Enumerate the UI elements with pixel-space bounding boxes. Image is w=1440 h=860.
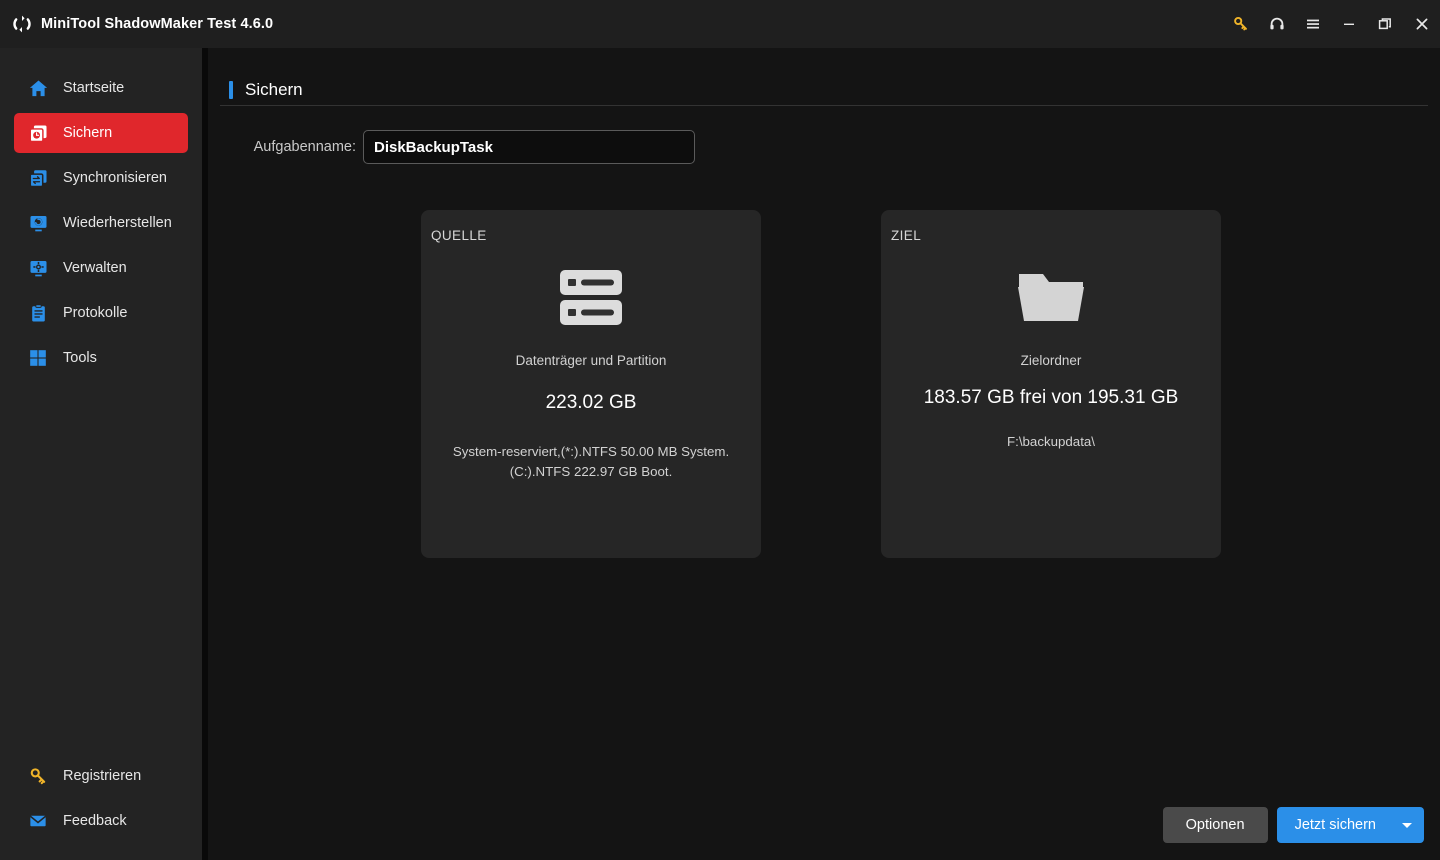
backup-icon: [26, 121, 50, 145]
backup-now-button[interactable]: Jetzt sichern: [1277, 807, 1390, 843]
sidebar-item-label: Startseite: [63, 80, 125, 96]
sidebar-item-label: Synchronisieren: [63, 170, 167, 186]
maximize-restore-icon: [1378, 18, 1391, 30]
target-card-tag: ZIEL: [891, 228, 922, 243]
sidebar-item-startseite[interactable]: Startseite: [14, 68, 188, 108]
sidebar-nav: Startseite Sichern Synchronisieren Wiede…: [0, 68, 202, 383]
title-bar: MiniTool ShadowMaker Test 4.6.0: [0, 0, 1440, 48]
manage-icon: [26, 256, 50, 280]
main-content: Sichern Aufgabenname: QUELLE Datenträger…: [208, 48, 1440, 860]
sidebar-item-label: Wiederherstellen: [63, 215, 172, 231]
sidebar-item-tools[interactable]: Tools: [14, 338, 188, 378]
minimize-icon: [1344, 23, 1354, 25]
target-card-detail: F:\backupdata\: [1007, 434, 1095, 449]
restore-icon: [26, 211, 50, 235]
window-controls: [1223, 0, 1440, 48]
disk-stack-icon: [421, 258, 761, 336]
envelope-icon: [26, 809, 50, 833]
tools-grid-icon: [26, 346, 50, 370]
page-title-accent-bar: [229, 81, 233, 99]
task-name-input[interactable]: [363, 130, 695, 164]
app-logo-icon: [11, 13, 33, 35]
page-header: Sichern: [229, 80, 303, 100]
sidebar: Startseite Sichern Synchronisieren Wiede…: [0, 48, 202, 860]
folder-icon: [881, 258, 1221, 336]
header-divider: [220, 105, 1428, 106]
source-card-detail: System-reserviert,(*:).NTFS 50.00 MB Sys…: [452, 444, 730, 479]
home-icon: [26, 76, 50, 100]
logs-icon: [26, 301, 50, 325]
support-button[interactable]: [1259, 0, 1295, 48]
sidebar-item-feedback[interactable]: Feedback: [14, 801, 188, 841]
task-name-row: Aufgabenname:: [208, 130, 1440, 164]
options-button[interactable]: Optionen: [1162, 807, 1268, 843]
page-title: Sichern: [245, 80, 303, 99]
sidebar-item-wiederherstellen[interactable]: Wiederherstellen: [14, 203, 188, 243]
sidebar-item-label: Registrieren: [63, 768, 142, 784]
license-key-button[interactable]: [1223, 0, 1259, 48]
target-card-subtitle: Zielordner: [1020, 353, 1082, 368]
sidebar-item-label: Tools: [63, 350, 97, 366]
target-card[interactable]: ZIEL Zielordner 183.57 GB frei von 195.3…: [881, 210, 1221, 558]
source-card[interactable]: QUELLE Datenträger und Partition 223.02 …: [421, 210, 761, 558]
sidebar-item-verwalten[interactable]: Verwalten: [14, 248, 188, 288]
window-title: MiniTool ShadowMaker Test 4.6.0: [41, 16, 274, 32]
headset-icon: [1270, 17, 1284, 30]
key-icon: [1234, 16, 1247, 31]
task-name-label: Aufgabenname:: [253, 139, 356, 155]
sync-icon: [26, 166, 50, 190]
menu-button[interactable]: [1295, 0, 1331, 48]
backup-now-group: Jetzt sichern: [1276, 807, 1424, 843]
source-card-size: 223.02 GB: [545, 392, 637, 413]
app-window: MiniTool ShadowMaker Test 4.6.0 Startsei…: [0, 0, 1440, 860]
target-card-size: 183.57 GB frei von 195.31 GB: [923, 387, 1179, 408]
sidebar-bottom-nav: Registrieren Feedback: [0, 756, 202, 846]
sidebar-item-synchronisieren[interactable]: Synchronisieren: [14, 158, 188, 198]
sidebar-item-label: Feedback: [63, 813, 127, 829]
minimize-button[interactable]: [1331, 0, 1367, 48]
close-button[interactable]: [1403, 0, 1440, 48]
backup-now-dropdown-button[interactable]: [1390, 807, 1424, 843]
key-icon: [26, 764, 50, 788]
sidebar-item-sichern[interactable]: Sichern: [14, 113, 188, 153]
sidebar-item-label: Protokolle: [63, 305, 128, 321]
sidebar-item-protokolle[interactable]: Protokolle: [14, 293, 188, 333]
sidebar-item-label: Verwalten: [63, 260, 127, 276]
sidebar-item-registrieren[interactable]: Registrieren: [14, 756, 188, 796]
close-icon: [1416, 18, 1427, 30]
caret-down-icon: [1402, 822, 1412, 828]
footer-actions: Optionen Jetzt sichern: [1162, 807, 1424, 843]
hamburger-menu-icon: [1307, 19, 1319, 29]
source-card-subtitle: Datenträger und Partition: [515, 353, 667, 368]
maximize-button[interactable]: [1367, 0, 1403, 48]
source-card-tag: QUELLE: [431, 228, 487, 243]
sidebar-item-label: Sichern: [63, 125, 113, 141]
